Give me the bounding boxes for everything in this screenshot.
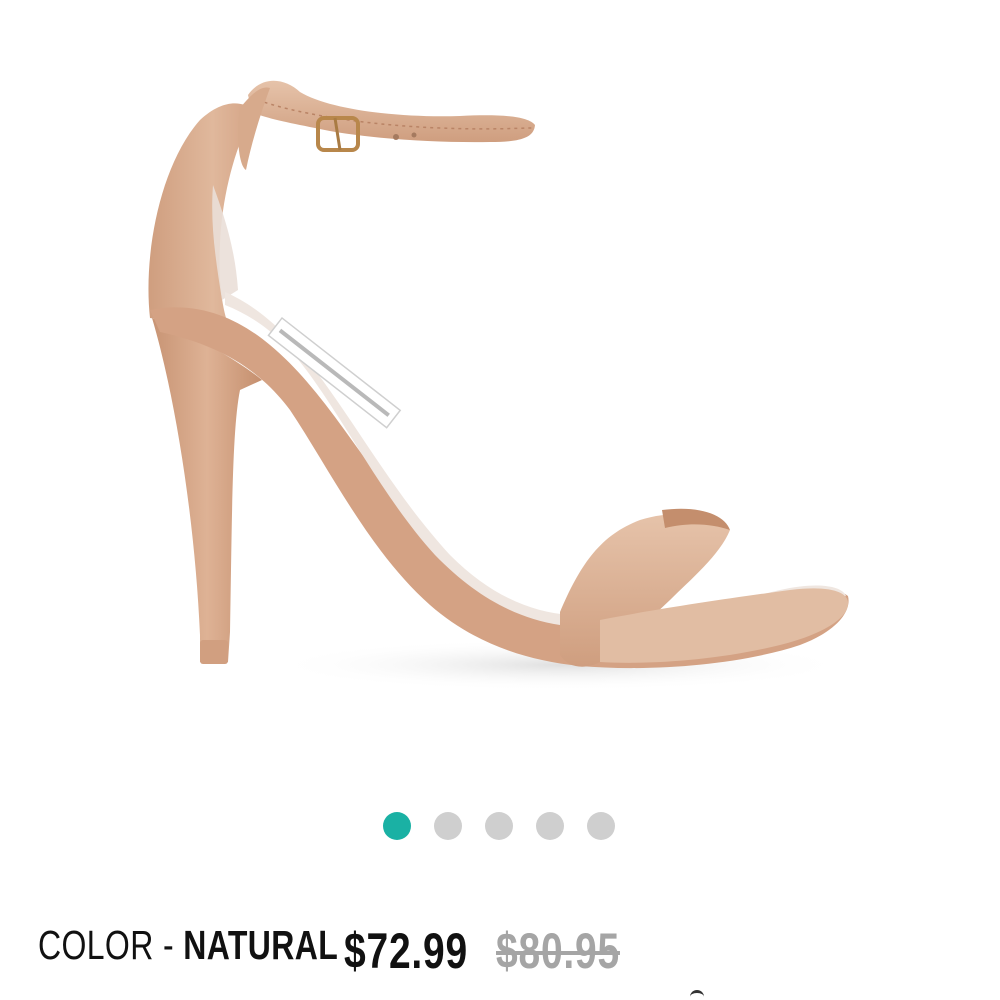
heel-tip xyxy=(200,640,228,664)
heel xyxy=(152,318,262,662)
footbed xyxy=(225,292,846,629)
product-detail-page: COLOR - NATURAL $72.99 $80.95 xyxy=(0,0,1000,1000)
strap-loop xyxy=(238,87,270,170)
original-price: $80.95 xyxy=(496,923,620,979)
ankle-strap xyxy=(248,80,535,143)
product-image[interactable] xyxy=(0,0,1000,760)
carousel-dot-2[interactable] xyxy=(434,812,462,840)
carousel-dot-1[interactable] xyxy=(383,812,411,840)
partial-icon xyxy=(690,990,704,1000)
color-name: NATURAL xyxy=(183,922,339,968)
sale-price: $72.99 xyxy=(344,923,468,979)
color-prefix: COLOR - xyxy=(38,922,184,968)
carousel-dot-3[interactable] xyxy=(485,812,513,840)
carousel-dots xyxy=(0,810,1000,842)
carousel-dot-4[interactable] xyxy=(536,812,564,840)
color-label: COLOR - NATURAL xyxy=(38,922,338,969)
carousel-dot-5[interactable] xyxy=(587,812,615,840)
